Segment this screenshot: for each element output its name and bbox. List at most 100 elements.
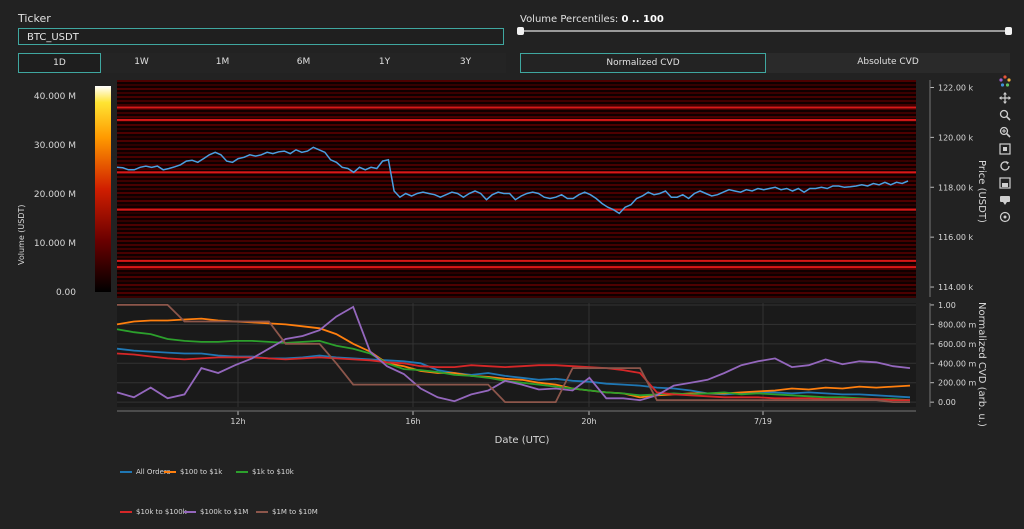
legend-swatch <box>120 511 132 513</box>
colorbar-label: Volume (USDT) <box>17 204 26 265</box>
cvd-y-axis: 0.00 200.00 m 400.00 m 600.00 m 800.00 m 1.00 <box>929 301 977 407</box>
price-axis-label: Price (USDT) <box>976 160 987 223</box>
heatmap-row <box>117 216 916 218</box>
legend-label: $100 to $1k <box>180 468 223 476</box>
heatmap-row <box>117 144 916 146</box>
heatmap-row <box>117 232 916 234</box>
heatmap-row <box>117 272 916 274</box>
heatmap-row <box>117 84 916 86</box>
heatmap-row <box>117 116 916 118</box>
legend-item[interactable]: $10k to $100k <box>120 508 187 516</box>
heatmap-row <box>117 248 916 250</box>
price-tick-label: 120.00 k <box>938 133 974 142</box>
heatmap-row <box>117 268 916 270</box>
heatmap-row <box>117 156 916 158</box>
heatmap-row <box>117 80 916 82</box>
colorbar-tick-label: 40.000 M <box>34 92 76 102</box>
heatmap-row <box>117 100 916 102</box>
colorbar <box>95 86 111 292</box>
heatmap-row <box>117 240 916 242</box>
heatmap-row <box>117 176 916 178</box>
cvd-tick-label: 200.00 m <box>938 379 977 388</box>
legend-item[interactable]: $100k to $1M <box>184 508 248 516</box>
cvd-panel[interactable] <box>117 303 916 407</box>
heatmap-row <box>117 228 916 230</box>
colorbar-tick-label: 10.000 M <box>34 239 76 249</box>
heatmap-row <box>117 244 916 246</box>
heatmap-row <box>117 92 916 94</box>
heatmap-row <box>117 96 916 98</box>
heatmap-row <box>117 104 916 106</box>
x-tick-label: 7/19 <box>754 417 772 426</box>
heatmap-row <box>117 136 916 138</box>
heatmap-row <box>117 128 916 130</box>
heatmap-row <box>117 196 916 198</box>
legend-label: $1k to $10k <box>252 468 294 476</box>
price-tick-label: 114.00 k <box>938 283 974 292</box>
heatmap-level <box>117 118 916 121</box>
heatmap-level <box>117 106 916 109</box>
legend-item[interactable]: $1M to $10M <box>256 508 318 516</box>
heatmap-level <box>117 171 916 174</box>
colorbar-tick-label: 20.000 M <box>34 190 76 200</box>
heatmap-row <box>117 256 916 258</box>
heatmap-row <box>117 224 916 226</box>
cvd-tick-label: 0.00 <box>938 398 956 407</box>
heatmap-row <box>117 124 916 126</box>
cvd-tick-label: 1.00 <box>938 301 956 310</box>
heatmap-level <box>117 259 916 262</box>
x-tick-label: 12h <box>230 417 245 426</box>
legend-label: $100k to $1M <box>200 508 249 516</box>
heatmap-level <box>117 208 916 211</box>
colorbar-tick-label: 0.00 <box>56 288 76 298</box>
heatmap-row <box>117 264 916 266</box>
legend-item[interactable]: All Orders <box>120 468 170 476</box>
heatmap-row <box>117 288 916 290</box>
heatmap-level <box>117 266 916 269</box>
heatmap-row <box>117 164 916 166</box>
heatmap-row <box>117 200 916 202</box>
heatmap-row <box>117 280 916 282</box>
heatmap-row <box>117 292 916 294</box>
legend-label: $1M to $10M <box>272 508 318 516</box>
legend-swatch <box>164 471 176 473</box>
x-axis-label: Date (UTC) <box>495 435 550 446</box>
price-tick-label: 116.00 k <box>938 233 974 242</box>
heatmap-row <box>117 236 916 238</box>
legend-swatch <box>256 511 268 513</box>
cvd-axis-label: Normalized CVD (arb. u.) <box>976 302 987 427</box>
legend: All Orders $100 to $1k $1k to $10k $10k to … <box>120 468 520 528</box>
heatmap-row <box>117 284 916 286</box>
heatmap-row <box>117 212 916 214</box>
price-tick-label: 122.00 k <box>938 83 974 92</box>
heatmap-row <box>117 152 916 154</box>
legend-label: $10k to $100k <box>136 508 187 516</box>
price-tick-label: 118.00 k <box>938 183 974 192</box>
price-axis: 114.00 k 116.00 k 118.00 k 120.00 k 122.00 k <box>929 80 974 297</box>
colorbar-ticks: 0.00 10.000 M 20.000 M 30.000 M 40.000 M <box>34 92 76 298</box>
heatmap-row <box>117 88 916 90</box>
heatmap-row <box>117 192 916 194</box>
heatmap-row <box>117 148 916 150</box>
chart-area: Volume (USDT) 0.00 10.000 M 20.000 M 30.000… <box>17 80 987 446</box>
heatmap-row <box>117 180 916 182</box>
heatmap-panel[interactable] <box>116 80 916 298</box>
heatmap-row <box>117 184 916 186</box>
legend-item[interactable]: $100 to $1k <box>164 468 222 476</box>
heatmap-row <box>117 220 916 222</box>
legend-swatch <box>236 471 248 473</box>
heatmap-row <box>117 132 916 134</box>
legend-item[interactable]: $1k to $10k <box>236 468 294 476</box>
x-tick-label: 16h <box>405 417 420 426</box>
cvd-x-axis: 12h 16h 20h 7/19 <box>117 410 916 426</box>
colorbar-tick-label: 30.000 M <box>34 141 76 151</box>
legend-swatch <box>120 471 132 473</box>
cvd-tick-label: 400.00 m <box>938 359 977 368</box>
cvd-tick-label: 600.00 m <box>938 340 977 349</box>
x-tick-label: 20h <box>581 417 596 426</box>
heatmap-row <box>117 140 916 142</box>
heatmap-row <box>117 252 916 254</box>
legend-swatch <box>184 511 196 513</box>
heatmap-row <box>117 168 916 170</box>
heatmap-row <box>117 296 916 298</box>
